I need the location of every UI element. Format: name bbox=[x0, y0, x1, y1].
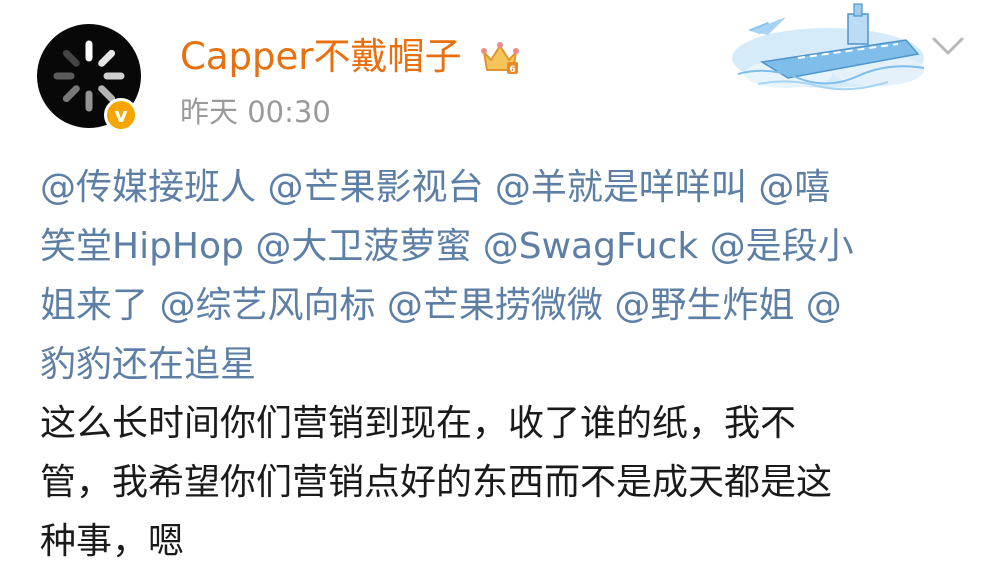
aircraft-carrier-decoration bbox=[732, 3, 925, 91]
chevron-down-icon[interactable] bbox=[928, 30, 968, 60]
body-text-line: 种事，嗯 bbox=[40, 521, 185, 562]
username[interactable]: Capper不戴帽子 bbox=[180, 33, 461, 81]
post-content: @传媒接班人 @芒果影视台 @羊就是咩咩叫 @嘻 笑堂HipHop @大卫菠萝蜜… bbox=[40, 158, 970, 571]
vip-crown-icon: 6 bbox=[481, 42, 519, 75]
mentions-line[interactable]: 姐来了 @综艺风向标 @芒果捞微微 @野生炸姐 @ bbox=[40, 276, 970, 335]
mentions-line[interactable]: 豹豹还在追星 bbox=[40, 335, 970, 394]
body-text-line: 这么长时间你们营销到现在，收了谁的纸，我不 bbox=[40, 403, 797, 444]
mentions-line[interactable]: @传媒接班人 @芒果影视台 @羊就是咩咩叫 @嘻 bbox=[40, 158, 970, 217]
body-text-line: 管，我希望你们营销点好的东西而不是成天都是这 bbox=[40, 462, 833, 503]
svg-text:6: 6 bbox=[509, 65, 515, 75]
verified-v-icon: v bbox=[104, 98, 138, 132]
post-timestamp: 昨天 00:30 bbox=[180, 95, 331, 129]
mentions-line[interactable]: 笑堂HipHop @大卫菠萝蜜 @SwagFuck @是段小 bbox=[40, 217, 970, 276]
